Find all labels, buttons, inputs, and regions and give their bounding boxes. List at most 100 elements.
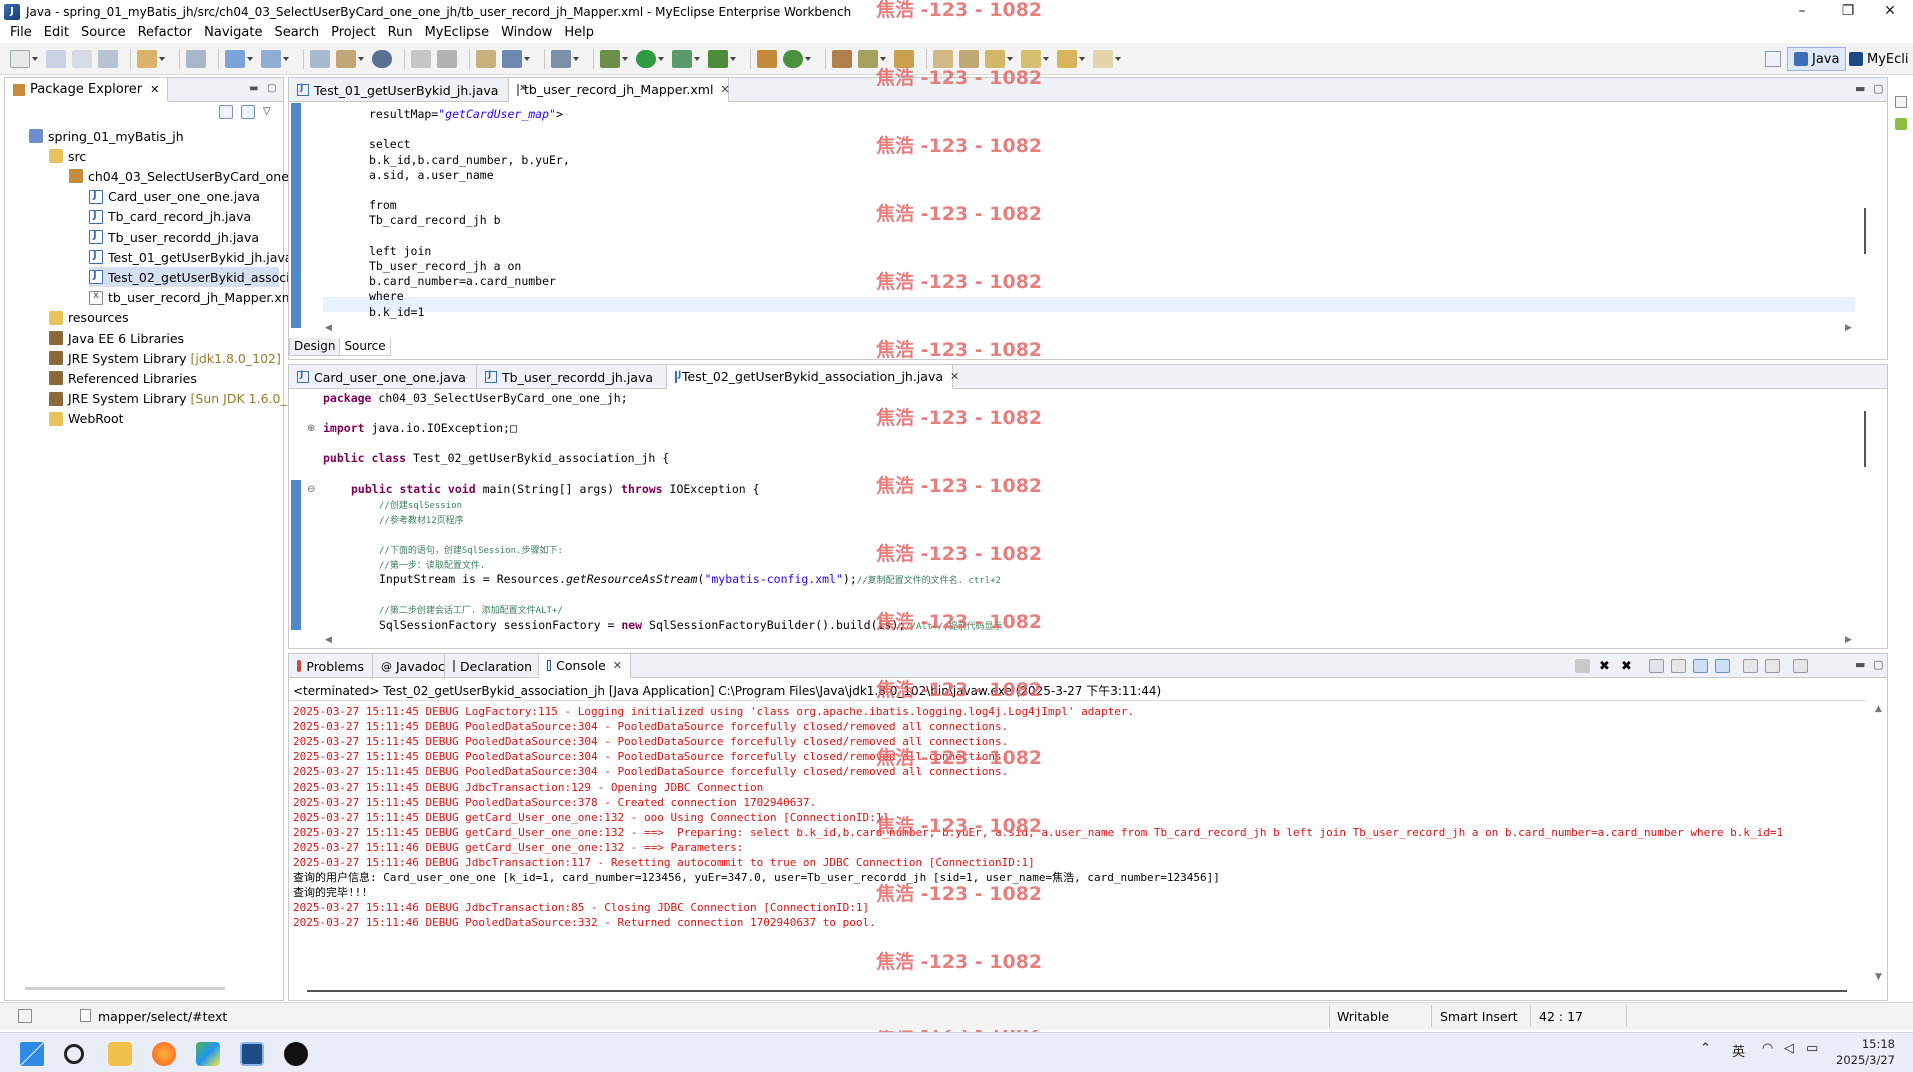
- fast-view-icon[interactable]: [18, 1009, 32, 1023]
- pin-console-icon[interactable]: [1743, 659, 1758, 673]
- tab-source[interactable]: Source: [339, 338, 391, 356]
- scroll-right-icon[interactable]: ▶: [1845, 323, 1852, 333]
- clear-console-icon[interactable]: [1649, 659, 1664, 673]
- dropdown-arrow-icon[interactable]: [159, 56, 165, 61]
- dropdown-arrow-icon[interactable]: [880, 56, 886, 61]
- remove-all-icon[interactable]: ✖: [1621, 659, 1636, 674]
- myeclipse-taskbar-icon[interactable]: [240, 1042, 264, 1066]
- dropdown-arrow-icon[interactable]: [32, 56, 38, 61]
- tree-item[interactable]: src: [49, 146, 86, 166]
- globe-icon[interactable]: [372, 49, 392, 68]
- show-on-err-icon[interactable]: [1715, 659, 1730, 673]
- outline-icon[interactable]: [1895, 118, 1907, 130]
- file-explorer-icon[interactable]: [108, 1042, 132, 1066]
- new-class-icon[interactable]: [783, 49, 803, 68]
- tree-item[interactable]: Test_01_getUserBykid_jh.java: [89, 247, 292, 267]
- dropdown-arrow-icon[interactable]: [358, 56, 364, 61]
- menu-run[interactable]: Run: [382, 23, 419, 43]
- maximize-view-icon[interactable]: ▢: [267, 83, 276, 94]
- dropdown-arrow-icon[interactable]: [694, 56, 700, 61]
- dropdown-arrow-icon[interactable]: [805, 56, 811, 61]
- perspective-java[interactable]: Java: [1787, 47, 1847, 71]
- edit-icon[interactable]: [858, 49, 878, 68]
- maximize-button[interactable]: ❐: [1825, 0, 1871, 23]
- display-console-icon[interactable]: [1765, 659, 1780, 673]
- scroll-left-icon[interactable]: ◀: [325, 635, 332, 645]
- start-windows-icon[interactable]: [20, 1042, 44, 1066]
- tree-item[interactable]: Test_02_getUserBykid_associa: [89, 267, 297, 288]
- next-edit-icon[interactable]: [985, 49, 1005, 68]
- dropdown-arrow-icon[interactable]: [524, 56, 530, 61]
- horizontal-scrollbar[interactable]: [25, 987, 225, 990]
- deploy-icon[interactable]: [225, 49, 245, 68]
- tree-item[interactable]: Tb_user_recordd_jh.java: [89, 227, 259, 247]
- app-icon[interactable]: [196, 1042, 220, 1066]
- tree-item[interactable]: spring_01_myBatis_jh: [29, 126, 184, 146]
- ime-indicator[interactable]: 英: [1732, 1041, 1745, 1060]
- toggle-block-icon[interactable]: [437, 49, 457, 68]
- menu-window[interactable]: Window: [495, 23, 558, 43]
- tab-design[interactable]: Design: [289, 338, 341, 356]
- maximize-view-icon[interactable]: ▢: [1873, 658, 1883, 671]
- dropdown-arrow-icon[interactable]: [247, 56, 253, 61]
- tab-console[interactable]: Console ✕: [539, 654, 631, 678]
- package-explorer-tab[interactable]: Package Explorer ✕: [5, 78, 169, 102]
- horizontal-scrollbar[interactable]: [307, 990, 1847, 992]
- close-icon[interactable]: ✕: [150, 83, 159, 96]
- new-project-icon[interactable]: [137, 49, 157, 68]
- menu-project[interactable]: Project: [325, 23, 381, 43]
- next-annotation-icon[interactable]: [933, 49, 953, 68]
- volume-icon[interactable]: ◁: [1784, 1041, 1794, 1056]
- wifi-icon[interactable]: ◠: [1762, 1041, 1773, 1056]
- tree-item[interactable]: JRE System Library [Sun JDK 1.6.0_13: [49, 389, 303, 409]
- menu-search[interactable]: Search: [268, 23, 325, 43]
- tab-test01[interactable]: Test_01_getUserBykid_jh.java: [289, 78, 509, 102]
- web-browser-icon[interactable]: [336, 49, 356, 68]
- perspective-myeclipse[interactable]: MyEcli: [1842, 47, 1913, 71]
- open-type-icon[interactable]: [310, 49, 330, 68]
- vertical-scrollbar[interactable]: [1864, 208, 1866, 254]
- tree-item[interactable]: Referenced Libraries: [49, 368, 197, 388]
- minimize-view-icon[interactable]: ▬: [1855, 658, 1865, 671]
- tree-item[interactable]: WebRoot: [49, 409, 124, 429]
- run-icon[interactable]: [636, 49, 656, 68]
- minimize-view-icon[interactable]: ▬: [1855, 82, 1865, 95]
- tab-javadoc[interactable]: @ Javadoc: [373, 654, 445, 678]
- menu-navigate[interactable]: Navigate: [198, 23, 268, 43]
- dropdown-arrow-icon[interactable]: [573, 56, 579, 61]
- tree-item[interactable]: JRE System Library [jdk1.8.0_102]: [49, 348, 281, 368]
- minimize-view-icon[interactable]: ▬: [249, 83, 258, 94]
- tree-item[interactable]: Java EE 6 Libraries: [49, 328, 184, 348]
- chevron-up-icon[interactable]: ⌃: [1700, 1041, 1711, 1056]
- close-button[interactable]: ✕: [1867, 0, 1913, 23]
- tab-tb-user-recordd[interactable]: Tb_user_recordd_jh.java: [477, 365, 667, 389]
- tab-declaration[interactable]: Declaration: [445, 654, 539, 678]
- vertical-scrollbar[interactable]: [1864, 411, 1866, 467]
- prev-annotation-icon[interactable]: [959, 49, 979, 68]
- tree-item[interactable]: resources: [49, 308, 129, 328]
- open-task-icon[interactable]: [832, 49, 852, 68]
- scroll-up-icon[interactable]: ▲: [1875, 704, 1882, 714]
- dropdown-arrow-icon[interactable]: [730, 56, 736, 61]
- search-web-icon[interactable]: [502, 49, 522, 68]
- tree-item[interactable]: Tb_card_record_jh.java: [89, 207, 251, 227]
- show-on-out-icon[interactable]: [1693, 659, 1708, 673]
- menu-refactor[interactable]: Refactor: [132, 23, 199, 43]
- dropdown-arrow-icon[interactable]: [622, 56, 628, 61]
- fold-toggle-icon[interactable]: ⊖: [307, 482, 315, 497]
- search-icon[interactable]: [64, 1044, 84, 1064]
- tab-mapper-xml[interactable]: tb_user_record_jh_Mapper.xml ✕: [509, 78, 730, 102]
- view-menu-icon[interactable]: ▽: [263, 105, 277, 119]
- scroll-left-icon[interactable]: ◀: [325, 323, 332, 333]
- restore-icon[interactable]: [1895, 96, 1907, 108]
- tree-item[interactable]: ch04_03_SelectUserByCard_one_o: [69, 166, 303, 186]
- dropdown-arrow-icon[interactable]: [1115, 56, 1121, 61]
- scroll-lock-icon[interactable]: [1671, 659, 1686, 673]
- print-icon[interactable]: [98, 49, 118, 68]
- dropdown-arrow-icon[interactable]: [283, 56, 289, 61]
- terminate-icon[interactable]: [1575, 659, 1590, 673]
- save-all-icon[interactable]: [72, 49, 92, 68]
- remove-launch-icon[interactable]: ✖: [1599, 659, 1614, 674]
- new-icon[interactable]: [10, 49, 30, 68]
- scroll-right-icon[interactable]: ▶: [1845, 635, 1852, 645]
